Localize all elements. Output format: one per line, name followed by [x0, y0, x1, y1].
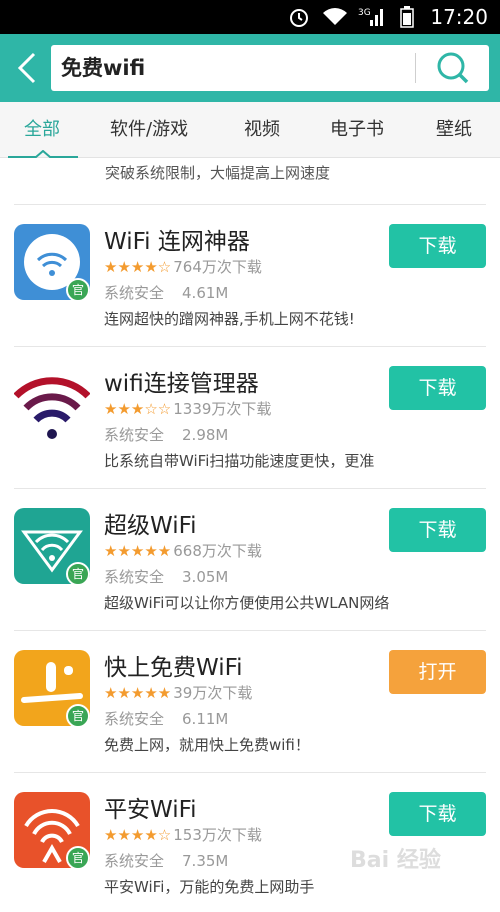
search-button[interactable] — [425, 47, 481, 89]
baidu-watermark: Bai 经验 — [350, 848, 441, 873]
safety-label: 系统安全 — [104, 284, 165, 302]
app-description: 连网超快的蹭网神器,手机上网不花钱! — [104, 310, 355, 328]
safety-label: 系统安全 — [104, 568, 165, 586]
download-button[interactable]: 下载 — [389, 366, 486, 410]
app-list-item[interactable]: 官 超级WiFi ★★★★★ 668万次下载 系统安全 3.05M 超级WiFi可以… — [0, 488, 500, 628]
app-meta: 系统安全 7.35M — [104, 850, 228, 871]
official-badge: 官 — [66, 562, 90, 586]
app-description: 免费上网，就用快上免费wifi！ — [104, 736, 310, 754]
status-time: 17:20 — [430, 5, 488, 29]
app-rating: ★★★★★ 39万次下载 — [104, 682, 252, 703]
app-meta: 系统安全 6.11M — [104, 708, 228, 729]
app-name: WiFi 连网神器 — [104, 229, 250, 255]
app-size: 6.11M — [182, 710, 229, 728]
search-icon — [437, 52, 469, 84]
wifi-arcs-purple-red-icon — [14, 366, 90, 442]
app-rating: ★★★☆☆ 1339万次下载 — [104, 398, 271, 419]
chevron-left-icon — [17, 52, 36, 84]
app-size: 3.05M — [182, 568, 229, 586]
tab-video[interactable]: 视频 — [244, 102, 280, 158]
tab-software-games[interactable]: 软件/游戏 — [110, 102, 188, 158]
tab-ebook[interactable]: 电子书 — [330, 102, 384, 158]
category-tabs: 全部 软件/游戏 视频 电子书 壁纸 — [0, 102, 500, 158]
app-meta: 系统安全 2.98M — [104, 424, 228, 445]
download-button[interactable]: 下载 — [389, 792, 486, 836]
download-count: 668万次下载 — [173, 542, 262, 560]
download-count: 1339万次下载 — [173, 400, 272, 418]
signal-icon: 3G — [358, 6, 384, 28]
app-size: 4.61M — [182, 284, 229, 302]
previous-item-description: 突破系统限制，大幅提高上网速度 — [105, 164, 331, 182]
search-header: 免费wifi — [0, 34, 500, 102]
app-rating: ★★★★☆ 153万次下载 — [104, 824, 262, 845]
app-description: 比系统自带WiFi扫描功能速度更快，更准 — [104, 452, 375, 470]
app-name: 超级WiFi — [104, 513, 197, 539]
download-count: 764万次下载 — [173, 258, 262, 276]
open-button[interactable]: 打开 — [389, 650, 486, 694]
app-list-item[interactable]: 官 快上免费WiFi ★★★★★ 39万次下载 系统安全 6.11M 免费上网，就用… — [0, 630, 500, 770]
alarm-icon — [286, 6, 312, 28]
app-rating: ★★★★★ 668万次下载 — [104, 540, 262, 561]
download-count: 39万次下载 — [173, 684, 253, 702]
star-rating-icon: ★★★★☆ — [104, 826, 172, 844]
app-meta: 系统安全 4.61M — [104, 282, 228, 303]
tab-wallpaper[interactable]: 壁纸 — [436, 102, 472, 158]
status-bar: 3G 17:20 — [0, 0, 500, 34]
search-box[interactable]: 免费wifi — [51, 45, 489, 91]
app-size: 2.98M — [182, 426, 229, 444]
safety-label: 系统安全 — [104, 710, 165, 728]
active-tab-indicator — [8, 150, 78, 158]
app-list-item[interactable]: 官 WiFi 连网神器 ★★★★☆ 764万次下载 系统安全 4.61M 连网超快的… — [0, 204, 500, 344]
app-rating: ★★★★☆ 764万次下载 — [104, 256, 262, 277]
download-button[interactable]: 下载 — [389, 224, 486, 268]
star-rating-icon: ★★★☆☆ — [104, 400, 172, 418]
app-size: 7.35M — [182, 852, 229, 870]
app-name: 平安WiFi — [104, 797, 197, 823]
app-name: wifi连接管理器 — [104, 371, 259, 397]
app-description: 超级WiFi可以让你方便使用公共WLAN网络 — [104, 594, 390, 612]
official-badge: 官 — [66, 278, 90, 302]
app-meta: 系统安全 3.05M — [104, 566, 228, 587]
safety-label: 系统安全 — [104, 426, 165, 444]
search-input[interactable]: 免费wifi — [61, 45, 145, 91]
search-divider — [415, 53, 416, 83]
star-rating-icon: ★★★★☆ — [104, 258, 172, 276]
download-count: 153万次下载 — [173, 826, 262, 844]
star-rating-icon: ★★★★★ — [104, 542, 172, 560]
app-list-item[interactable]: wifi连接管理器 ★★★☆☆ 1339万次下载 系统安全 2.98M 比系统自带W… — [0, 346, 500, 486]
official-badge: 官 — [66, 704, 90, 728]
app-name: 快上免费WiFi — [104, 655, 243, 681]
wifi-status-icon — [322, 6, 348, 28]
download-button[interactable]: 下载 — [389, 508, 486, 552]
svg-text:3G: 3G — [358, 8, 371, 18]
safety-label: 系统安全 — [104, 852, 165, 870]
back-button[interactable] — [8, 48, 46, 88]
star-rating-icon: ★★★★★ — [104, 684, 172, 702]
app-description: 平安WiFi，万能的免费上网助手 — [104, 878, 315, 896]
battery-icon — [394, 6, 420, 28]
official-badge: 官 — [66, 846, 90, 870]
